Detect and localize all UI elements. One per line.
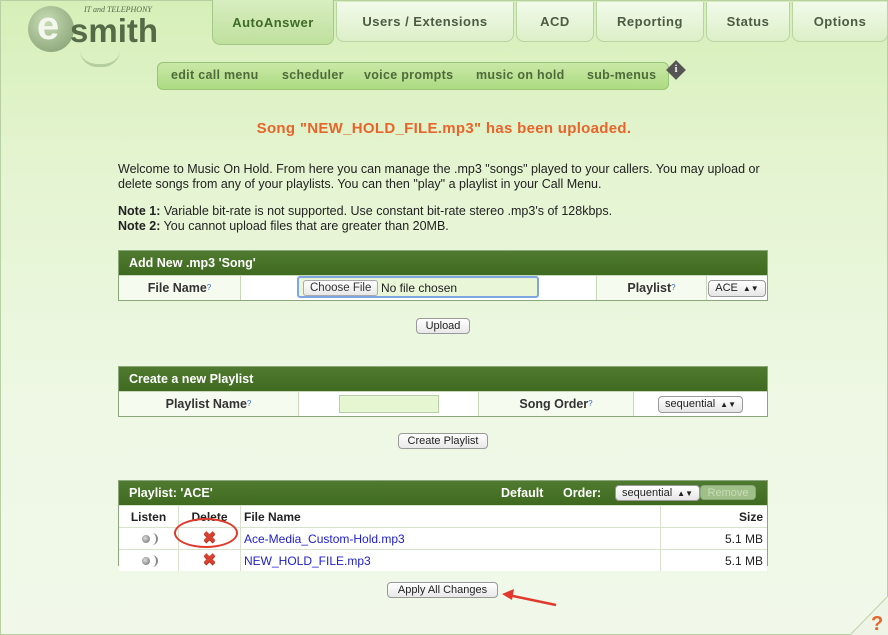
- subtab-voice-prompts[interactable]: voice prompts: [364, 68, 453, 82]
- playlist-name-label-cell: Playlist Name?: [119, 392, 299, 416]
- info-icon[interactable]: i: [666, 60, 686, 80]
- note-1-label: Note 1:: [118, 204, 161, 218]
- note-1: Note 1: Variable bit-rate is not support…: [118, 204, 768, 219]
- song-file-link[interactable]: Ace-Media_Custom-Hold.mp3: [241, 528, 661, 549]
- delete-x-icon[interactable]: ✖: [202, 552, 216, 569]
- listen-cell: [119, 528, 179, 549]
- select-arrow-icon: ▲▼: [677, 488, 693, 498]
- playlist-order-label: Order:: [563, 486, 602, 500]
- choose-file-button[interactable]: Choose File: [303, 280, 379, 296]
- playlist-name-label: Playlist Name: [165, 397, 247, 411]
- logo-wordmark: smith: [70, 12, 159, 49]
- file-name-label-cell: File Name?: [119, 276, 241, 300]
- delete-cell: ✖: [179, 550, 241, 571]
- no-file-chosen-text: No file chosen: [381, 281, 458, 295]
- info-icon-glyph: i: [674, 64, 678, 75]
- esmith-logo[interactable]: e IT and TELEPHONY smith: [28, 4, 168, 67]
- playlist-default-label[interactable]: Default: [501, 481, 543, 505]
- note-2: Note 2: You cannot upload files that are…: [118, 219, 768, 234]
- welcome-text: Welcome to Music On Hold. From here you …: [118, 162, 760, 191]
- playlist-select[interactable]: ACE ▲▼: [708, 279, 766, 297]
- help-corner-icon[interactable]: ?: [850, 596, 888, 635]
- note-1-text: Variable bit-rate is not supported. Use …: [160, 204, 613, 218]
- subtab-music-on-hold[interactable]: music on hold: [476, 68, 565, 82]
- table-row: ✖ NEW_HOLD_FILE.mp3 5.1 MB: [119, 549, 767, 571]
- song-file-link[interactable]: NEW_HOLD_FILE.mp3: [241, 550, 661, 571]
- logo-e-badge: e: [28, 4, 74, 52]
- create-playlist-title: Create a new Playlist: [119, 367, 767, 391]
- upload-button[interactable]: Upload: [416, 318, 470, 334]
- annotation-arrow-icon: [502, 589, 557, 607]
- song-order-label: Song Order: [519, 397, 589, 411]
- tab-options[interactable]: Options: [792, 2, 888, 42]
- logo-letter: e: [37, 4, 60, 48]
- listen-cell: [119, 550, 179, 571]
- song-size: 5.1 MB: [724, 553, 763, 568]
- note-2-text: You cannot upload files that are greater…: [160, 219, 449, 233]
- tab-autoanswer[interactable]: AutoAnswer: [212, 0, 334, 45]
- create-playlist-row: Playlist Name? Song Order? sequential ▲▼: [119, 391, 767, 416]
- column-listen: Listen: [119, 506, 179, 527]
- annotation-circle: [174, 518, 238, 548]
- tab-acd[interactable]: ACD: [516, 2, 594, 42]
- create-playlist-button[interactable]: Create Playlist: [398, 433, 488, 449]
- playlist-label: Playlist: [627, 281, 672, 295]
- song-order-select[interactable]: sequential ▲▼: [658, 395, 743, 413]
- file-name-label: File Name: [147, 281, 207, 295]
- subtab-edit-call-menu[interactable]: edit call menu: [171, 68, 259, 82]
- apply-all-changes-button[interactable]: Apply All Changes: [387, 582, 498, 598]
- subtab-scheduler[interactable]: scheduler: [282, 68, 344, 82]
- upload-success-message: Song "NEW_HOLD_FILE.mp3" has been upload…: [256, 120, 632, 137]
- playlist-order-value: sequential: [622, 487, 673, 499]
- add-song-row: File Name? Choose File No file chosen Pl…: [119, 275, 767, 300]
- tab-status[interactable]: Status: [706, 2, 790, 42]
- playlist-name-input-cell: [299, 392, 479, 416]
- remove-playlist-button[interactable]: Remove: [700, 485, 756, 500]
- speaker-icon[interactable]: [141, 554, 158, 567]
- subtab-sub-menus[interactable]: sub-menus: [587, 68, 656, 82]
- add-song-panel: Add New .mp3 'Song' File Name? Choose Fi…: [118, 250, 768, 301]
- song-size: 5.1 MB: [724, 531, 763, 546]
- playlist-label-cell: Playlist?: [597, 276, 707, 300]
- song-order-select-cell: sequential ▲▼: [634, 392, 767, 416]
- notes: Note 1: Variable bit-rate is not support…: [118, 204, 768, 234]
- playlist-title: Playlist: 'ACE': [129, 486, 213, 500]
- playlist-order-select[interactable]: sequential ▲▼: [615, 485, 700, 501]
- select-arrow-icon: ▲▼: [720, 399, 736, 409]
- tab-reporting[interactable]: Reporting: [596, 2, 704, 42]
- speaker-icon[interactable]: [141, 532, 158, 545]
- playlist-header: Playlist: 'ACE' Default Order: sequentia…: [119, 481, 767, 505]
- file-input-cell: Choose File No file chosen: [241, 276, 597, 300]
- add-song-title: Add New .mp3 'Song': [119, 251, 767, 275]
- playlist-select-cell: ACE ▲▼: [707, 276, 767, 300]
- tab-users-extensions[interactable]: Users / Extensions: [336, 2, 514, 42]
- song-order-value: sequential: [665, 398, 716, 410]
- playlist-select-value: ACE: [715, 282, 738, 294]
- song-order-label-cell: Song Order?: [479, 392, 634, 416]
- note-2-label: Note 2:: [118, 219, 161, 233]
- playlist-name-input[interactable]: [339, 395, 439, 413]
- file-input[interactable]: Choose File No file chosen: [297, 276, 539, 298]
- sub-nav: edit call menu scheduler voice prompts m…: [157, 62, 669, 90]
- column-size: Size: [738, 509, 763, 524]
- column-file-name: File Name: [241, 506, 661, 527]
- select-arrow-icon: ▲▼: [742, 283, 759, 293]
- help-question-mark: ?: [871, 613, 883, 635]
- create-playlist-panel: Create a new Playlist Playlist Name? Son…: [118, 366, 768, 417]
